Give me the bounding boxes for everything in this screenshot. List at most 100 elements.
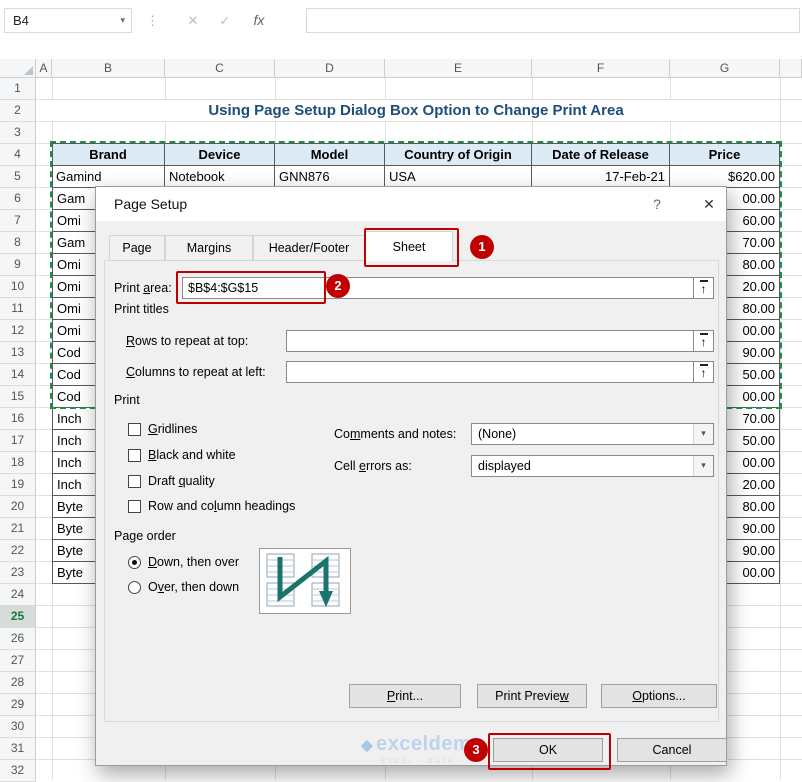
row-header-31[interactable]: 31 xyxy=(0,738,36,760)
name-box[interactable]: B4 ▾ xyxy=(4,8,132,33)
cell-g10-partial[interactable]: 20.00 xyxy=(727,276,780,298)
row-header-14[interactable]: 14 xyxy=(0,364,36,386)
select-all-corner[interactable] xyxy=(0,59,36,78)
checkbox-row-and-column-headings[interactable]: Row and column headings xyxy=(96,499,416,515)
row-header-26[interactable]: 26 xyxy=(0,628,36,650)
row-header-16[interactable]: 16 xyxy=(0,408,36,430)
radio-down-then-over[interactable]: Down, then over xyxy=(96,555,416,571)
row-header-10[interactable]: 10 xyxy=(0,276,36,298)
row-header-15[interactable]: 15 xyxy=(0,386,36,408)
cell-g18-partial[interactable]: 00.00 xyxy=(727,452,780,474)
cell-g12-partial[interactable]: 00.00 xyxy=(727,320,780,342)
sheet-title[interactable]: Using Page Setup Dialog Box Option to Ch… xyxy=(52,100,780,122)
cell-b21-partial[interactable]: Byte xyxy=(53,518,95,540)
radio-over-then-down[interactable]: Over, then down xyxy=(96,580,416,596)
cols-repeat-collapse-button[interactable]: ↑ xyxy=(693,361,714,383)
cell-b15-partial[interactable]: Cod xyxy=(53,386,95,408)
formula-bar[interactable] xyxy=(306,8,800,33)
row-header-4[interactable]: 4 xyxy=(0,144,36,166)
header-cell-price[interactable]: Price xyxy=(670,144,780,166)
col-header-A[interactable]: A xyxy=(36,59,52,78)
cell-device[interactable]: Notebook xyxy=(165,166,275,188)
header-cell-date-of-release[interactable]: Date of Release xyxy=(532,144,670,166)
comments-dropdown[interactable]: (None) ▾ xyxy=(471,423,714,445)
col-header-G[interactable]: G xyxy=(670,59,780,78)
row-header-21[interactable]: 21 xyxy=(0,518,36,540)
row-header-3[interactable]: 3 xyxy=(0,122,36,144)
cell-b22-partial[interactable]: Byte xyxy=(53,540,95,562)
cell-model[interactable]: GNN876 xyxy=(275,166,385,188)
cell-g23-partial[interactable]: 00.00 xyxy=(727,562,780,584)
row-header-17[interactable]: 17 xyxy=(0,430,36,452)
cell-b23-partial[interactable]: Byte xyxy=(53,562,95,584)
tab-margins[interactable]: Margins xyxy=(165,235,253,261)
row-header-5[interactable]: 5 xyxy=(0,166,36,188)
print-area-input[interactable]: $B$4:$G$15 xyxy=(182,277,694,299)
cell-g16-partial[interactable]: 70.00 xyxy=(727,408,780,430)
col-header-D[interactable]: D xyxy=(275,59,385,78)
cell-g11-partial[interactable]: 80.00 xyxy=(727,298,780,320)
row-header-28[interactable]: 28 xyxy=(0,672,36,694)
cell-b12-partial[interactable]: Omi xyxy=(53,320,95,342)
row-header-1[interactable]: 1 xyxy=(0,78,36,100)
cell-g15-partial[interactable]: 00.00 xyxy=(727,386,780,408)
print-button[interactable]: Print... xyxy=(349,684,461,708)
row-header-27[interactable]: 27 xyxy=(0,650,36,672)
header-cell-model[interactable]: Model xyxy=(275,144,385,166)
cell-g19-partial[interactable]: 20.00 xyxy=(727,474,780,496)
row-header-7[interactable]: 7 xyxy=(0,210,36,232)
insert-function-icon[interactable]: fx xyxy=(246,8,272,33)
row-header-24[interactable]: 24 xyxy=(0,584,36,606)
cell-g13-partial[interactable]: 90.00 xyxy=(727,342,780,364)
row-header-23[interactable]: 23 xyxy=(0,562,36,584)
col-header-F[interactable]: F xyxy=(532,59,670,78)
print-preview-button[interactable]: Print Preview xyxy=(477,684,587,708)
close-icon[interactable]: ✕ xyxy=(694,187,724,221)
row-header-30[interactable]: 30 xyxy=(0,716,36,738)
cell-b9-partial[interactable]: Omi xyxy=(53,254,95,276)
row-header-8[interactable]: 8 xyxy=(0,232,36,254)
cell-b10-partial[interactable]: Omi xyxy=(53,276,95,298)
col-header-C[interactable]: C xyxy=(165,59,275,78)
cell-g7-partial[interactable]: 60.00 xyxy=(727,210,780,232)
ok-button[interactable]: OK xyxy=(493,738,603,762)
name-box-dropdown-icon[interactable]: ▾ xyxy=(120,9,125,32)
cell-b17-partial[interactable]: Inch xyxy=(53,430,95,452)
cell-b14-partial[interactable]: Cod xyxy=(53,364,95,386)
row-header-12[interactable]: 12 xyxy=(0,320,36,342)
row-header-20[interactable]: 20 xyxy=(0,496,36,518)
cell-errors-dropdown[interactable]: displayed ▾ xyxy=(471,455,714,477)
row-header-18[interactable]: 18 xyxy=(0,452,36,474)
cell-date-of-release[interactable]: 17-Feb-21 xyxy=(532,166,670,188)
cancel-button[interactable]: Cancel xyxy=(617,738,727,762)
cell-brand[interactable]: Gamind xyxy=(52,166,165,188)
row-header-11[interactable]: 11 xyxy=(0,298,36,320)
cell-g20-partial[interactable]: 80.00 xyxy=(727,496,780,518)
row-header-13[interactable]: 13 xyxy=(0,342,36,364)
row-header-2[interactable]: 2 xyxy=(0,100,36,122)
row-header-29[interactable]: 29 xyxy=(0,694,36,716)
row-header-32[interactable]: 32 xyxy=(0,760,36,782)
cell-b7-partial[interactable]: Omi xyxy=(53,210,95,232)
cell-g8-partial[interactable]: 70.00 xyxy=(727,232,780,254)
header-cell-country-of-origin[interactable]: Country of Origin xyxy=(385,144,532,166)
cell-price[interactable]: $620.00 xyxy=(670,166,780,188)
dialog-title-bar[interactable]: Page Setup ? ✕ xyxy=(96,187,726,221)
header-cell-device[interactable]: Device xyxy=(165,144,275,166)
col-header-B[interactable]: B xyxy=(52,59,165,78)
cell-g9-partial[interactable]: 80.00 xyxy=(727,254,780,276)
cell-b18-partial[interactable]: Inch xyxy=(53,452,95,474)
tab-sheet[interactable]: Sheet xyxy=(365,231,453,261)
rows-repeat-collapse-button[interactable]: ↑ xyxy=(693,330,714,352)
tab-header-footer[interactable]: Header/Footer xyxy=(253,235,365,261)
cell-g17-partial[interactable]: 50.00 xyxy=(727,430,780,452)
tab-page[interactable]: Page xyxy=(109,235,165,261)
cell-g21-partial[interactable]: 90.00 xyxy=(727,518,780,540)
enter-entry-icon[interactable]: ✓ xyxy=(212,8,238,33)
row-header-25[interactable]: 25 xyxy=(0,606,36,628)
row-header-22[interactable]: 22 xyxy=(0,540,36,562)
row-header-19[interactable]: 19 xyxy=(0,474,36,496)
cell-b8-partial[interactable]: Gam xyxy=(53,232,95,254)
print-area-collapse-button[interactable]: ↑ xyxy=(693,277,714,299)
cancel-entry-icon[interactable]: ✕ xyxy=(180,8,206,33)
